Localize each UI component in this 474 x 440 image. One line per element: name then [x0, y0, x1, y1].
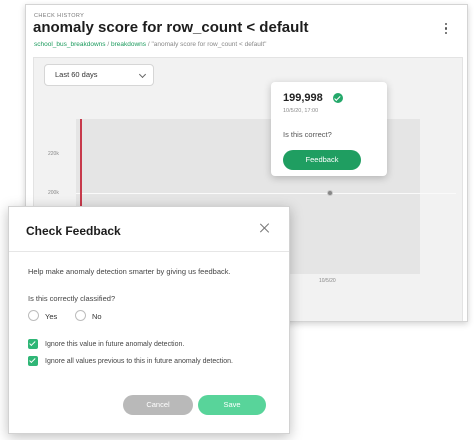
- ignore-value-checkbox[interactable]: [28, 339, 38, 349]
- modal-title: Check Feedback: [26, 224, 121, 238]
- radio-no-label: No: [92, 312, 102, 321]
- breadcrumb-current: "anomaly score for row_count < default": [151, 41, 267, 48]
- chart-gridline: [76, 193, 456, 194]
- breadcrumb: school_bus_breakdowns / breakdowns / "an…: [34, 41, 266, 48]
- modal-help-text: Help make anomaly detection smarter by g…: [28, 267, 231, 276]
- page-title: anomaly score for row_count < default: [33, 19, 309, 36]
- cancel-button[interactable]: Cancel: [123, 395, 193, 415]
- ignore-previous-label: Ignore all values previous to this in fu…: [45, 358, 233, 365]
- classification-question: Is this correctly classified?: [28, 294, 116, 303]
- check-circle-icon: [333, 93, 343, 103]
- y-tick-label: 200k: [48, 190, 59, 196]
- radio-yes[interactable]: [28, 310, 39, 321]
- breadcrumb-link-table[interactable]: breakdowns: [111, 41, 146, 48]
- date-range-select[interactable]: Last 60 days: [44, 64, 154, 86]
- popup-timestamp: 10/5/20, 17:00: [283, 108, 319, 114]
- radio-yes-label: Yes: [45, 312, 58, 321]
- chevron-down-icon: [138, 70, 147, 79]
- modal-divider: [9, 251, 289, 252]
- data-point-popup: 199,998 10/5/20, 17:00 Is this correct? …: [271, 82, 387, 176]
- more-options-icon[interactable]: [443, 23, 449, 37]
- popup-question: Is this correct?: [283, 130, 332, 139]
- breadcrumb-link-dataset[interactable]: school_bus_breakdowns: [34, 41, 106, 48]
- check-feedback-modal: Check Feedback Help make anomaly detecti…: [8, 206, 290, 434]
- ignore-previous-checkbox[interactable]: [28, 356, 38, 366]
- close-icon[interactable]: [259, 222, 271, 234]
- x-tick-label: 10/5/20: [319, 278, 336, 284]
- y-tick-label: 220k: [48, 151, 59, 157]
- save-button[interactable]: Save: [198, 395, 266, 415]
- feedback-button[interactable]: Feedback: [283, 150, 361, 170]
- radio-no[interactable]: [75, 310, 86, 321]
- selected-data-point[interactable]: [327, 190, 333, 196]
- date-range-value: Last 60 days: [55, 70, 98, 79]
- popup-value: 199,998: [283, 92, 323, 104]
- ignore-value-label: Ignore this value in future anomaly dete…: [45, 341, 185, 348]
